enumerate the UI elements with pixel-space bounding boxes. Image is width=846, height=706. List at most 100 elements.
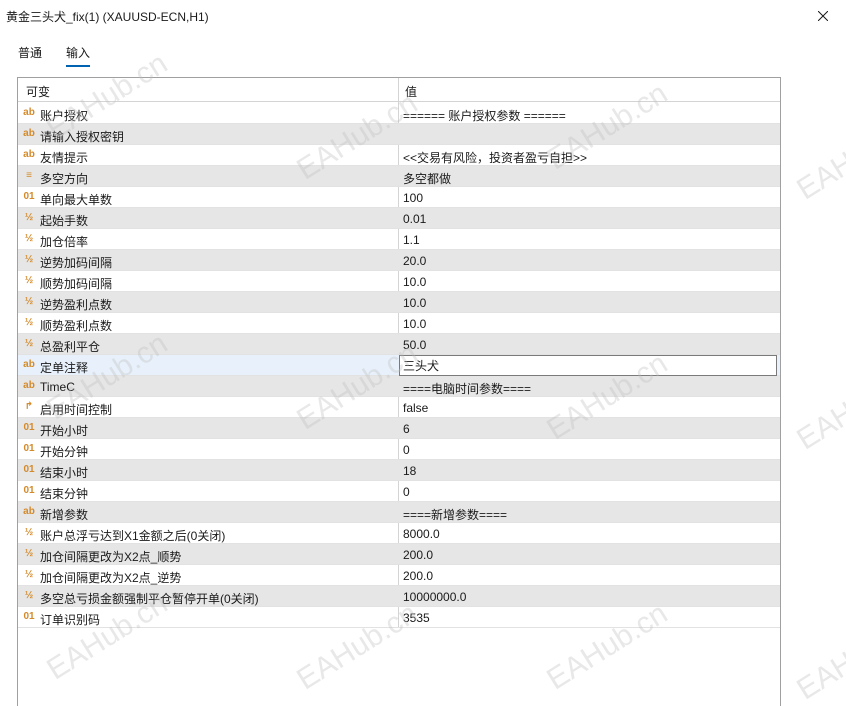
double-type-icon: ½	[24, 275, 34, 286]
table-row[interactable]: ab 账户授权 ====== 账户授权参数 ======	[18, 103, 780, 124]
table-row[interactable]: ½ 顺势加码间隔 10.0	[18, 271, 780, 292]
parameter-value[interactable]: 100	[403, 191, 423, 205]
parameter-name: 结束分钟	[40, 487, 89, 501]
parameter-value[interactable]: 18	[403, 464, 416, 478]
parameter-name: 总盈利平仓	[40, 340, 101, 354]
watermark: EAHub.cn	[791, 606, 846, 706]
watermark: EAHub.cn	[791, 356, 846, 457]
parameter-value[interactable]: 8000.0	[403, 527, 440, 541]
tab-general[interactable]: 普通	[18, 44, 42, 65]
double-type-icon: ½	[24, 212, 34, 223]
parameter-name: 顺势盈利点数	[40, 319, 113, 333]
table-row[interactable]: ½ 顺势盈利点数 10.0	[18, 313, 780, 334]
parameter-value[interactable]: ====电脑时间参数====	[403, 380, 531, 397]
parameter-value[interactable]: ====== 账户授权参数 ======	[403, 107, 566, 124]
table-row[interactable]: ½ 加仓间隔更改为X2点_顺势 200.0	[18, 544, 780, 565]
parameter-value[interactable]: false	[403, 401, 428, 415]
parameter-name: 多空总亏损金额强制平仓暂停开单(0关闭)	[40, 592, 259, 606]
table-row[interactable]: ½ 加仓间隔更改为X2点_逆势 200.0	[18, 565, 780, 586]
double-type-icon: ½	[24, 590, 34, 601]
parameter-name: 起始手数	[40, 214, 89, 228]
table-row[interactable]: 01 开始小时 6	[18, 418, 780, 439]
double-type-icon: ½	[24, 527, 34, 538]
table-row[interactable]: 01 开始分钟 0	[18, 439, 780, 460]
parameter-value[interactable]: 0.01	[403, 212, 426, 226]
parameter-name: 单向最大单数	[40, 193, 113, 207]
table-row[interactable]: ab 定单注释	[18, 355, 780, 376]
parameter-name: TimeC	[40, 380, 75, 394]
table-row[interactable]: ≡ 多空方向 多空都做	[18, 166, 780, 187]
parameter-value-input[interactable]	[399, 355, 777, 376]
parameter-name: 新增参数	[40, 508, 89, 522]
bool-type-icon: ↱	[24, 401, 34, 412]
integer-type-icon: 01	[23, 443, 35, 454]
inputs-grid: 可变 值 ab 账户授权 ====== 账户授权参数 ====== ab 请输入授权密钥…	[17, 77, 781, 706]
integer-type-icon: 01	[23, 485, 35, 496]
parameter-name: 开始分钟	[40, 445, 89, 459]
tab-bar: 普通 输入	[0, 38, 846, 67]
parameter-value[interactable]: 0	[403, 485, 410, 499]
enum-type-icon: ≡	[26, 170, 32, 181]
parameter-value[interactable]: 1.1	[403, 233, 420, 247]
table-row[interactable]: 01 结束分钟 0	[18, 481, 780, 502]
integer-type-icon: 01	[23, 191, 35, 202]
parameter-value[interactable]: 200.0	[403, 569, 433, 583]
double-type-icon: ½	[24, 317, 34, 328]
grid-rows: ab 账户授权 ====== 账户授权参数 ====== ab 请输入授权密钥 ab 友情提…	[18, 103, 780, 628]
integer-type-icon: 01	[23, 422, 35, 433]
parameter-value[interactable]: 10.0	[403, 317, 426, 331]
string-type-icon: ab	[23, 128, 35, 139]
parameter-name: 启用时间控制	[40, 403, 113, 417]
parameter-value[interactable]: 50.0	[403, 338, 426, 352]
table-row[interactable]: ½ 逆势加码间隔 20.0	[18, 250, 780, 271]
column-header-variable[interactable]: 可变	[26, 83, 50, 100]
table-row[interactable]: ½ 起始手数 0.01	[18, 208, 780, 229]
parameter-name: 加仓倍率	[40, 235, 89, 249]
integer-type-icon: 01	[23, 464, 35, 475]
table-row[interactable]: ↱ 启用时间控制 false	[18, 397, 780, 418]
parameter-value[interactable]: 多空都做	[403, 170, 451, 187]
parameter-name: 加仓间隔更改为X2点_逆势	[40, 571, 182, 585]
table-row[interactable]: ab 友情提示 <<交易有风险，投资者盈亏自担>>	[18, 145, 780, 166]
parameter-value[interactable]: ====新增参数====	[403, 506, 507, 523]
parameter-value[interactable]: 20.0	[403, 254, 426, 268]
parameter-value[interactable]: 6	[403, 422, 410, 436]
double-type-icon: ½	[24, 254, 34, 265]
tab-inputs[interactable]: 输入	[66, 44, 91, 67]
parameter-name: 定单注释	[40, 361, 89, 375]
table-row[interactable]: ½ 总盈利平仓 50.0	[18, 334, 780, 355]
grid-header: 可变 值	[18, 78, 780, 102]
parameter-name: 加仓间隔更改为X2点_顺势	[40, 550, 182, 564]
parameter-value[interactable]: 0	[403, 443, 410, 457]
close-button[interactable]	[800, 0, 846, 32]
parameter-value[interactable]: 10.0	[403, 275, 426, 289]
integer-type-icon: 01	[23, 611, 35, 622]
parameter-name: 请输入授权密钥	[40, 130, 125, 144]
table-row[interactable]: ab 新增参数 ====新增参数====	[18, 502, 780, 523]
string-type-icon: ab	[23, 149, 35, 160]
table-row[interactable]: 01 结束小时 18	[18, 460, 780, 481]
column-header-value[interactable]: 值	[405, 83, 417, 100]
table-row[interactable]: ½ 加仓倍率 1.1	[18, 229, 780, 250]
parameter-name: 多空方向	[40, 172, 89, 186]
parameter-name: 逆势盈利点数	[40, 298, 113, 312]
parameter-value[interactable]: 10000000.0	[403, 590, 466, 604]
parameter-name: 逆势加码间隔	[40, 256, 113, 270]
table-row[interactable]: 01 单向最大单数 100	[18, 187, 780, 208]
table-row[interactable]: ½ 逆势盈利点数 10.0	[18, 292, 780, 313]
table-row[interactable]: ½ 账户总浮亏达到X1金额之后(0关闭) 8000.0	[18, 523, 780, 544]
string-type-icon: ab	[23, 107, 35, 118]
table-row[interactable]: ab TimeC ====电脑时间参数====	[18, 376, 780, 397]
string-type-icon: ab	[23, 380, 35, 391]
close-icon	[818, 11, 828, 21]
parameter-name: 订单识别码	[40, 613, 101, 627]
parameter-name: 结束小时	[40, 466, 89, 480]
table-row[interactable]: ab 请输入授权密钥	[18, 124, 780, 145]
parameter-value[interactable]: 10.0	[403, 296, 426, 310]
table-row[interactable]: 01 订单识别码 3535	[18, 607, 780, 628]
parameter-value[interactable]: 200.0	[403, 548, 433, 562]
parameter-value[interactable]: 3535	[403, 611, 430, 625]
parameter-name: 开始小时	[40, 424, 89, 438]
table-row[interactable]: ½ 多空总亏损金额强制平仓暂停开单(0关闭) 10000000.0	[18, 586, 780, 607]
parameter-value[interactable]: <<交易有风险，投资者盈亏自担>>	[403, 149, 587, 166]
